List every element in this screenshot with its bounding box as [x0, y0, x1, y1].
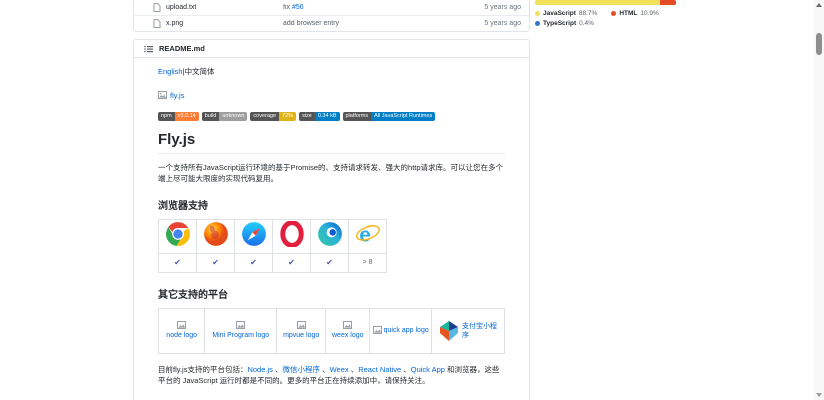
- readme-title: README.md: [159, 44, 205, 53]
- language-legend: JavaScript 88.7% HTML 10.9% TypeScript 0…: [535, 10, 676, 27]
- firefox-support: ✔: [196, 252, 235, 273]
- react-native-link[interactable]: React Native: [358, 365, 401, 374]
- browser-support-table: e ✔ ✔ ✔ ✔ ✔ > 8: [158, 218, 387, 273]
- file-row[interactable]: upload.txt fix #56 5 years ago: [134, 0, 529, 15]
- platform-table: node logo Mini Program logo mpvue logo w…: [157, 307, 505, 354]
- file-icon: [153, 3, 161, 12]
- commit-message: add browser entry: [283, 20, 340, 27]
- separator: 、: [348, 364, 359, 374]
- edge-icon: [317, 221, 342, 246]
- broken-image-icon: [158, 91, 167, 99]
- quick-app-logo-broken: quick app logo: [372, 325, 429, 335]
- broken-image-icon: [177, 321, 187, 329]
- languages-panel: JavaScript 88.7% HTML 10.9% TypeScript 0…: [535, 0, 676, 27]
- hero-image-broken: fly.js: [158, 90, 184, 101]
- quick-app-link[interactable]: Quick App: [411, 365, 445, 374]
- list-icon: [144, 45, 153, 52]
- scroll-down-arrow-icon[interactable]: [816, 393, 822, 397]
- current-language: 中文简体: [184, 67, 215, 76]
- vertical-scrollbar[interactable]: [814, 0, 824, 400]
- scrollbar-thumb[interactable]: [816, 33, 822, 55]
- typescript-dot-icon: [535, 21, 540, 26]
- broken-image-icon: [296, 321, 306, 329]
- javascript-dot-icon: [535, 11, 540, 16]
- language-bar-typescript: [675, 0, 676, 5]
- mini-program-logo-broken: Mini Program logo: [207, 321, 274, 340]
- language-bar-javascript: [535, 0, 661, 5]
- file-icon: [153, 19, 161, 28]
- browser-support-heading: 浏览器支持: [158, 200, 208, 212]
- coverage-badge[interactable]: coverage 72%: [250, 111, 297, 121]
- chrome-icon: [165, 221, 190, 246]
- alipay-mini-program-cell: 支付宝小程序: [434, 320, 502, 342]
- scroll-up-arrow-icon[interactable]: [816, 3, 822, 7]
- node-logo-broken: node logo: [161, 321, 202, 340]
- html-dot-icon: [611, 11, 617, 16]
- language-item-html[interactable]: HTML 10.9%: [611, 10, 659, 17]
- file-row[interactable]: x.png add browser entry 5 years ago: [134, 15, 529, 31]
- language-item-javascript[interactable]: JavaScript 88.7%: [535, 10, 597, 17]
- npm-badge[interactable]: npm v3.0.14: [158, 111, 199, 121]
- nodejs-link[interactable]: Node.js: [247, 365, 272, 374]
- file-name-link[interactable]: upload.txt: [166, 4, 196, 11]
- chrome-support: ✔: [158, 252, 197, 273]
- hero-image-alt: fly.js: [170, 90, 185, 100]
- weex-logo-broken: weex logo: [328, 321, 367, 340]
- intro-paragraph: 一个支持所有JavaScript运行环境的基于Promise的、支持请求转发、强…: [158, 162, 504, 183]
- main-column: upload.txt fix #56 5 years ago x.png add…: [133, 0, 530, 400]
- edge-support: ✔: [310, 252, 349, 273]
- commit-age: 5 years ago: [484, 20, 521, 27]
- language-bar: [535, 0, 676, 5]
- text: 目前fly.js支持的平台包括：: [158, 364, 248, 374]
- firefox-icon: [203, 221, 228, 246]
- ie-icon: e: [355, 223, 380, 246]
- safari-icon: [241, 221, 266, 246]
- file-list: upload.txt fix #56 5 years ago x.png add…: [133, 0, 530, 32]
- commit-message: fix: [283, 4, 292, 11]
- readme-box: README.md English|中文简体 fly.js npm v3.0.14: [133, 39, 530, 400]
- safari-support: ✔: [234, 252, 273, 273]
- separator: 、: [401, 364, 411, 374]
- broken-image-icon: [343, 321, 353, 329]
- separator: 、: [319, 364, 330, 374]
- broken-image-icon: [372, 325, 382, 334]
- weex-link[interactable]: Weex: [330, 365, 349, 374]
- github-repo-page: upload.txt fix #56 5 years ago x.png add…: [0, 0, 824, 400]
- wechat-miniprogram-link[interactable]: 微信小程序: [282, 365, 320, 374]
- alipay-mini-program-logo: [440, 320, 458, 341]
- opera-support: ✔: [272, 252, 311, 273]
- platform-support-heading: 其它支持的平台: [158, 289, 228, 301]
- issue-link[interactable]: #56: [292, 4, 304, 11]
- platforms-badge[interactable]: platforms All JavaScript Runtimes: [342, 111, 436, 121]
- ie-support: > 8: [348, 252, 387, 273]
- opera-icon: [279, 219, 304, 248]
- readme-body: English|中文简体 fly.js npm v3.0.14 build unkn…: [134, 58, 529, 400]
- english-doc-link[interactable]: English: [158, 67, 183, 76]
- commit-age: 5 years ago: [484, 4, 521, 11]
- file-name-link[interactable]: x.png: [166, 20, 183, 27]
- build-badge[interactable]: build unknown: [201, 111, 248, 121]
- page-title: Fly.js: [158, 131, 505, 154]
- readme-header: README.md: [134, 40, 529, 58]
- broken-image-icon: [236, 321, 246, 329]
- language-bar-html: [660, 0, 676, 5]
- language-item-typescript[interactable]: TypeScript 0.4%: [535, 20, 594, 27]
- size-badge[interactable]: size 0.34 kB: [299, 111, 340, 121]
- mpvue-logo-broken: mpvue logo: [279, 321, 323, 340]
- language-nav: English|中文简体: [158, 66, 505, 77]
- badges-row: npm v3.0.14 build unknown coverage 72% size…: [158, 111, 505, 121]
- platforms-paragraph: 目前fly.js支持的平台包括：Node.js 、微信小程序 、Weex 、Re…: [158, 364, 505, 386]
